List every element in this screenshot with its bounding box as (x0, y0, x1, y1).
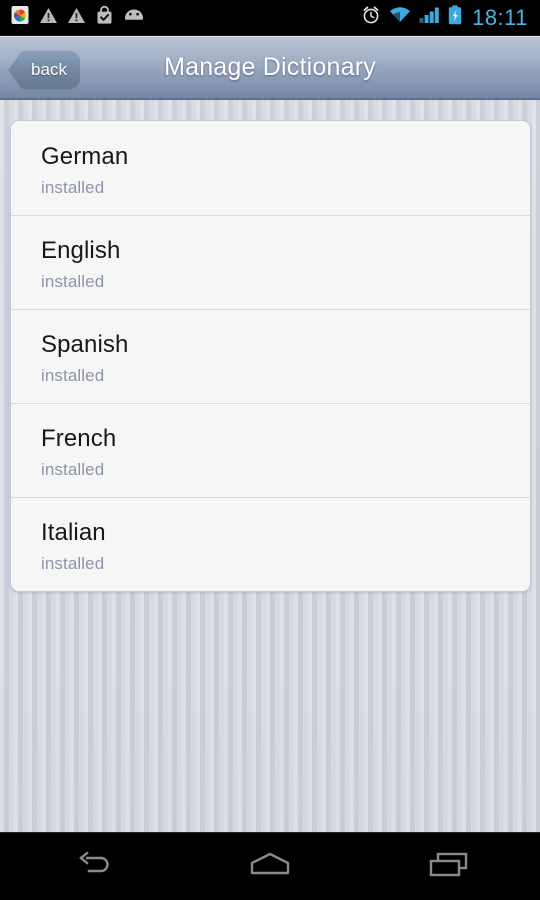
dictionary-status: installed (41, 365, 105, 385)
nav-recents-button[interactable] (360, 833, 540, 900)
list-item[interactable]: English installed (11, 215, 530, 309)
alarm-clock-icon (361, 5, 381, 30)
status-bar-system-icons: 18:11 (361, 5, 540, 30)
nav-home-icon (242, 849, 298, 884)
photos-app-icon (10, 5, 30, 30)
warning-triangle-icon (39, 6, 58, 30)
cellular-signal-icon (419, 6, 440, 29)
list-item[interactable]: Italian installed (11, 497, 530, 591)
dictionary-language: English (41, 237, 121, 264)
play-store-bag-check-icon (95, 5, 114, 30)
dictionary-language: German (41, 143, 129, 170)
status-bar: 18:11 (0, 0, 540, 36)
dictionary-language: Spanish (41, 331, 129, 358)
page-title: Manage Dictionary (164, 52, 376, 81)
nav-back-button[interactable] (0, 833, 180, 900)
title-bar: back Manage Dictionary (0, 36, 540, 100)
nav-home-button[interactable] (180, 833, 360, 900)
status-bar-notification-icons (0, 5, 361, 30)
dictionary-status: installed (41, 271, 105, 291)
nav-back-arrow-icon (67, 849, 113, 884)
dictionary-status: installed (41, 459, 105, 479)
dictionary-language: Italian (41, 519, 106, 546)
dictionary-language: French (41, 425, 117, 452)
wifi-icon (389, 6, 411, 29)
nav-recents-icon (426, 849, 474, 884)
list-item[interactable]: German installed (11, 121, 530, 215)
status-bar-clock: 18:11 (472, 4, 528, 30)
dictionary-status: installed (41, 553, 105, 573)
android-navigation-bar (0, 832, 540, 900)
dictionary-list: German installed English installed Spani… (10, 120, 531, 592)
dictionary-status: installed (41, 177, 105, 197)
list-item[interactable]: Spanish installed (11, 309, 530, 403)
battery-charging-icon (448, 5, 462, 30)
back-button[interactable]: back (8, 50, 80, 90)
back-button-label: back (31, 60, 67, 79)
list-item[interactable]: French installed (11, 403, 530, 497)
warning-triangle-icon (67, 6, 86, 30)
android-head-icon (123, 7, 145, 28)
